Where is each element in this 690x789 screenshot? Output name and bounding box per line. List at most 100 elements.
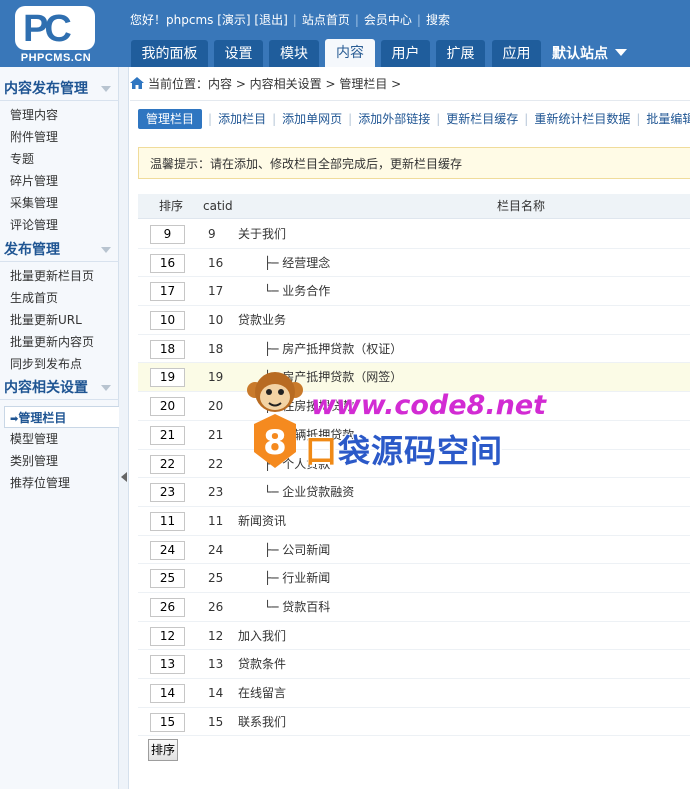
table-row: 12 12 加入我们	[138, 622, 690, 651]
logo: PC PHPCMS.CN	[15, 6, 95, 64]
order-input[interactable]: 10	[150, 311, 185, 331]
collapse-arrow-icon[interactable]	[101, 385, 111, 391]
order-input[interactable]: 15	[150, 712, 185, 732]
sidebar-group-title[interactable]: 内容发布管理	[0, 77, 119, 101]
tab-settings[interactable]: 设置	[214, 40, 263, 67]
sidebar-item-special[interactable]: 专题	[0, 148, 119, 170]
order-input[interactable]: 24	[150, 540, 185, 560]
tab-extensions[interactable]: 扩展	[436, 40, 485, 67]
subnav-batch-edit[interactable]: 批量编辑	[646, 109, 690, 129]
logo-text: PHPCMS.CN	[20, 52, 92, 64]
order-input[interactable]: 21	[150, 425, 185, 445]
watermark-text-rest: 袋源码空间	[338, 432, 504, 470]
order-input[interactable]: 13	[150, 655, 185, 675]
order-input[interactable]: 9	[150, 225, 185, 244]
sidebar-item-batch-content[interactable]: 批量更新内容页	[0, 331, 119, 353]
sidebar-item-models[interactable]: 模型管理	[0, 428, 119, 450]
sidebar: 内容发布管理 管理内容 附件管理 专题 碎片管理 采集管理 评论管理 发布管理 …	[0, 67, 119, 789]
sidebar-group-content-settings: 内容相关设置 ➡管理栏目 模型管理 类别管理 推荐位管理	[0, 376, 119, 494]
sidebar-group-title[interactable]: 内容相关设置	[0, 376, 119, 400]
tab-apps[interactable]: 应用	[492, 40, 541, 67]
logout-link[interactable]: [退出]	[254, 13, 287, 27]
subnav-add-page[interactable]: 添加单网页	[282, 109, 342, 129]
sidebar-item-generate-home[interactable]: 生成首页	[0, 287, 119, 309]
sidebar-group-publish: 发布管理 批量更新栏目页 生成首页 批量更新URL 批量更新内容页 同步到发布点	[0, 238, 119, 375]
sort-button[interactable]: 排序	[148, 739, 178, 761]
category-name-cell: ├─ 房产抵押贷款（权证）	[264, 341, 403, 356]
category-name-cell: 加入我们	[238, 628, 287, 643]
subnav-add-external-link[interactable]: 添加外部链接	[358, 109, 430, 129]
watermark-text: 口袋源码空间	[305, 426, 503, 472]
subnav-separator: |	[272, 112, 277, 126]
sidebar-collapse-bar[interactable]	[119, 67, 129, 789]
order-input[interactable]: 16	[150, 253, 185, 273]
order-input[interactable]: 11	[150, 511, 185, 531]
table-row: 25 25 ├─ 行业新闻	[138, 564, 690, 593]
sidebar-item-label: 管理栏目	[18, 411, 67, 425]
sidebar-item-collect[interactable]: 采集管理	[0, 192, 119, 214]
subnav-add-category[interactable]: 添加栏目	[218, 109, 266, 129]
order-input[interactable]: 23	[150, 483, 185, 503]
table-row: 15 15 联系我们	[138, 708, 690, 737]
monkey-logo-icon	[247, 372, 303, 412]
order-input[interactable]: 17	[150, 282, 185, 302]
sidebar-item-batch-category[interactable]: 批量更新栏目页	[0, 265, 119, 287]
table-header: 排序 catid 栏目名称	[138, 194, 690, 219]
subnav-manage-categories[interactable]: 管理栏目	[138, 109, 203, 129]
order-input[interactable]: 22	[150, 454, 185, 474]
logo-mark-text: PC	[23, 8, 72, 50]
sidebar-item-comments[interactable]: 评论管理	[0, 214, 119, 236]
order-input[interactable]: 12	[150, 626, 185, 646]
catid-cell: 11	[208, 513, 224, 528]
order-input[interactable]: 26	[150, 597, 185, 617]
category-name-cell: ├─ 经营理念	[264, 255, 331, 270]
tab-content[interactable]: 内容	[325, 39, 375, 67]
subnav-recount-data[interactable]: 重新统计栏目数据	[534, 109, 630, 129]
sidebar-item-manage-categories[interactable]: ➡管理栏目	[4, 406, 119, 428]
sidebar-item-blocks[interactable]: 碎片管理	[0, 170, 119, 192]
sidebar-item-types[interactable]: 类别管理	[0, 450, 119, 472]
table-row: 11 11 新闻资讯	[138, 507, 690, 536]
watermark-url: www.code8.net	[311, 390, 547, 421]
order-input[interactable]: 18	[150, 339, 185, 359]
tab-users[interactable]: 用户	[381, 40, 430, 67]
order-input[interactable]: 19	[150, 368, 185, 388]
order-input[interactable]: 14	[150, 684, 185, 703]
member-center-link[interactable]: 会员中心	[364, 13, 412, 27]
sidebar-group-content-publish: 内容发布管理 管理内容 附件管理 专题 碎片管理 采集管理 评论管理	[0, 77, 119, 236]
sidebar-item-attachments[interactable]: 附件管理	[0, 126, 119, 148]
category-name-cell: 在线留言	[238, 686, 287, 700]
sidebar-group-title-label: 发布管理	[4, 242, 60, 258]
header-order: 排序	[159, 199, 184, 213]
site-home-link[interactable]: 站点首页	[302, 13, 350, 27]
sidebar-item-positions[interactable]: 推荐位管理	[0, 472, 119, 494]
catid-cell: 20	[208, 399, 224, 414]
site-select-label: 默认站点	[552, 46, 608, 62]
catid-cell: 25	[208, 571, 224, 586]
tab-modules[interactable]: 模块	[269, 40, 319, 67]
collapse-left-icon[interactable]	[121, 472, 127, 482]
home-icon	[130, 77, 144, 89]
sidebar-item-batch-url[interactable]: 批量更新URL	[0, 309, 119, 331]
sidebar-item-sync-publish[interactable]: 同步到发布点	[0, 353, 119, 375]
order-input[interactable]: 25	[150, 569, 185, 589]
collapse-arrow-icon[interactable]	[101, 247, 111, 253]
logo-mark: PC	[15, 6, 95, 50]
collapse-arrow-icon[interactable]	[101, 86, 111, 92]
catid-cell: 14	[208, 686, 224, 700]
search-link[interactable]: 搜索	[426, 13, 450, 27]
category-name-cell: 贷款条件	[238, 657, 287, 672]
breadcrumb: 当前位置：内容 > 内容相关设置 > 管理栏目 >	[130, 67, 690, 101]
order-input[interactable]: 20	[150, 397, 185, 417]
tab-my-panel[interactable]: 我的面板	[131, 40, 208, 67]
catid-cell: 18	[208, 341, 224, 356]
site-select[interactable]: 默认站点	[552, 43, 627, 63]
sidebar-item-manage-content[interactable]: 管理内容	[0, 104, 119, 126]
catid-cell: 15	[208, 714, 224, 729]
subnav-update-cache[interactable]: 更新栏目缓存	[446, 109, 518, 129]
category-name-cell: └─ 业务合作	[264, 284, 331, 299]
category-name-cell: ├─ 公司新闻	[264, 542, 331, 557]
catid-cell: 13	[208, 657, 224, 672]
sidebar-group-title[interactable]: 发布管理	[0, 238, 119, 262]
catid-cell: 10	[208, 313, 224, 328]
